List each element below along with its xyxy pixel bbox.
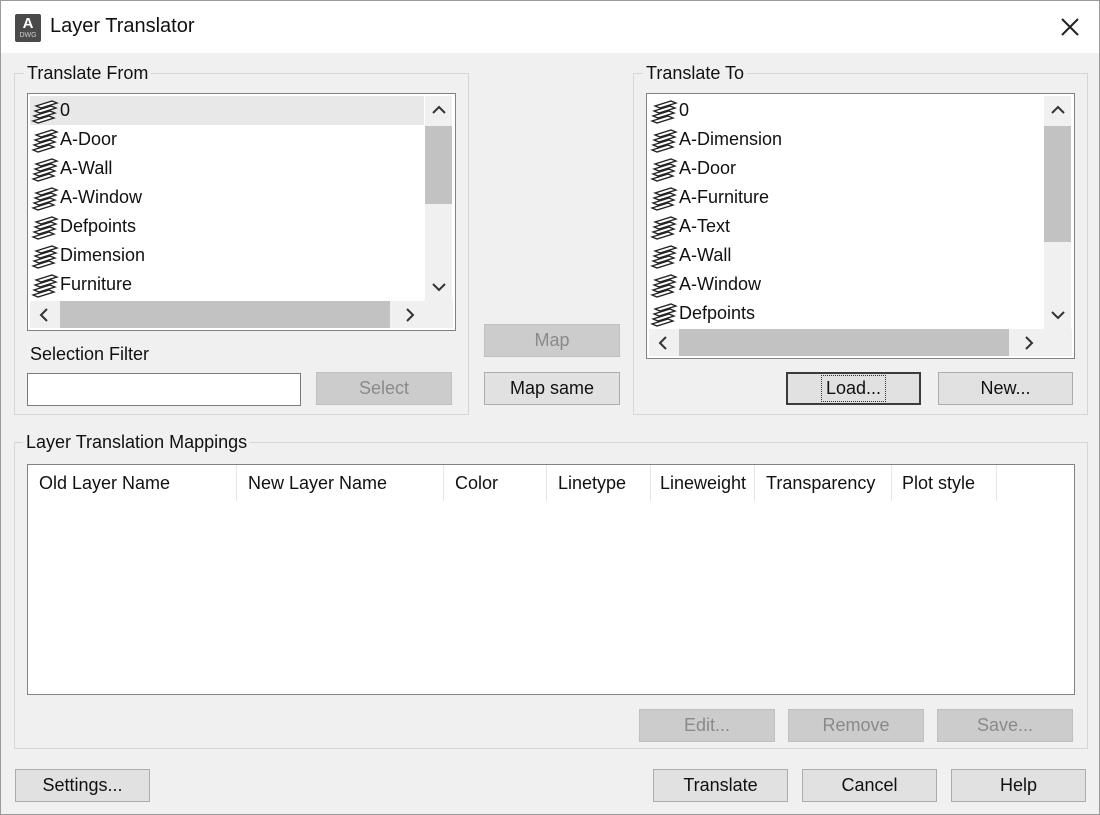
chevron-down-icon[interactable] — [425, 273, 452, 300]
column-header-old-layer-name[interactable]: Old Layer Name — [28, 465, 237, 501]
map-button[interactable]: Map — [484, 324, 620, 357]
layer-name: A-Dimension — [679, 129, 783, 149]
layer-stack-icon — [30, 156, 60, 182]
help-button[interactable]: Help — [951, 769, 1086, 802]
chevron-up-icon[interactable] — [425, 96, 452, 123]
layer-name: 0 — [60, 100, 71, 120]
layer-stack-icon — [30, 185, 60, 211]
layer-name: A-Text — [679, 216, 731, 236]
close-icon[interactable] — [1052, 9, 1088, 45]
mappings-legend: Layer Translation Mappings — [23, 432, 251, 453]
select-button[interactable]: Select — [316, 372, 452, 405]
translate-from-list[interactable]: 0 A-Door A-Wall A-Window Defpoints Dimension F… — [27, 93, 456, 331]
layer-list-item[interactable]: A-Door — [30, 125, 424, 154]
layer-stack-icon — [30, 214, 60, 240]
layer-list-item[interactable]: Defpoints — [30, 212, 424, 241]
layer-translator-dialog: A DWG Layer Translator Translate From 0 A… — [0, 0, 1100, 815]
layer-stack-icon — [649, 243, 679, 269]
app-icon-caption: DWG — [19, 32, 37, 39]
selection-filter-input[interactable] — [27, 373, 301, 406]
layer-stack-icon — [649, 156, 679, 182]
column-header-new-layer-name[interactable]: New Layer Name — [237, 465, 444, 501]
layer-list-item[interactable]: A-Dimension — [649, 125, 1043, 154]
layer-stack-icon — [30, 243, 60, 269]
load-button[interactable]: Load... — [786, 372, 921, 405]
mappings-table[interactable]: Old Layer Name New Layer Name Color Line… — [27, 464, 1075, 695]
edit-button[interactable]: Edit... — [639, 709, 775, 742]
layer-name: A-Wall — [679, 245, 732, 265]
layer-list-item[interactable]: A-Wall — [30, 154, 424, 183]
layer-list-item[interactable]: A-Door — [649, 154, 1043, 183]
chevron-left-icon[interactable] — [649, 329, 676, 356]
layer-stack-icon — [649, 98, 679, 124]
layer-stack-icon — [30, 127, 60, 153]
vscroll-thumb[interactable] — [425, 126, 452, 204]
title-bar: A DWG Layer Translator — [1, 1, 1099, 53]
mappings-table-header: Old Layer Name New Layer Name Color Line… — [28, 465, 1074, 505]
layer-list-item[interactable]: A-Window — [30, 183, 424, 212]
new-button[interactable]: New... — [938, 372, 1073, 405]
layer-list-item[interactable]: A-Window — [649, 270, 1043, 299]
cancel-button[interactable]: Cancel — [802, 769, 937, 802]
save-button[interactable]: Save... — [937, 709, 1073, 742]
layer-list-item[interactable]: Furniture — [30, 270, 424, 299]
layer-stack-icon — [30, 98, 60, 124]
column-header-lineweight[interactable]: Lineweight — [651, 465, 755, 501]
layer-name: Furniture — [60, 274, 133, 294]
chevron-down-icon[interactable] — [1044, 301, 1071, 328]
app-icon: A DWG — [15, 14, 41, 42]
translate-to-legend: Translate To — [643, 63, 748, 84]
hscroll-thumb[interactable] — [60, 301, 390, 328]
layer-list-item[interactable]: Defpoints — [649, 299, 1043, 328]
translate-from-vscroll[interactable] — [425, 96, 452, 301]
window-title: Layer Translator — [50, 15, 195, 37]
layer-list-item[interactable]: A-Furniture — [649, 183, 1043, 212]
chevron-up-icon[interactable] — [1044, 96, 1071, 123]
selection-filter-label: Selection Filter — [30, 344, 150, 364]
chevron-right-icon[interactable] — [1015, 329, 1042, 356]
layer-list-item[interactable]: 0 — [30, 96, 424, 125]
translate-button[interactable]: Translate — [653, 769, 788, 802]
layer-name: Defpoints — [679, 303, 756, 323]
layer-name: A-Door — [679, 158, 737, 178]
vscroll-thumb[interactable] — [1044, 126, 1071, 242]
layer-stack-icon — [649, 185, 679, 211]
map-same-button[interactable]: Map same — [484, 372, 620, 405]
translate-to-vscroll[interactable] — [1044, 96, 1071, 329]
layer-list-item[interactable]: A-Text — [649, 212, 1043, 241]
layer-stack-icon — [649, 272, 679, 298]
layer-name: 0 — [679, 100, 690, 120]
layer-stack-icon — [649, 214, 679, 240]
translate-from-hscroll[interactable] — [30, 301, 453, 328]
layer-name: A-Window — [60, 187, 143, 207]
settings-button[interactable]: Settings... — [15, 769, 150, 802]
layer-name: A-Furniture — [679, 187, 770, 207]
chevron-left-icon[interactable] — [30, 301, 57, 328]
translate-from-legend: Translate From — [24, 63, 152, 84]
column-header-plot-style[interactable]: Plot style — [892, 465, 997, 501]
layer-name: A-Wall — [60, 158, 113, 178]
layer-name: A-Door — [60, 129, 118, 149]
app-icon-letter: A — [22, 15, 34, 32]
load-button-label: Load... — [820, 375, 887, 402]
layer-list-item[interactable]: A-Wall — [649, 241, 1043, 270]
layer-name: A-Window — [679, 274, 762, 294]
chevron-right-icon[interactable] — [396, 301, 423, 328]
column-header-transparency[interactable]: Transparency — [755, 465, 892, 501]
layer-list-item[interactable]: 0 — [649, 96, 1043, 125]
translate-to-hscroll[interactable] — [649, 329, 1072, 356]
layer-stack-icon — [649, 301, 679, 327]
layer-list-item[interactable]: Dimension — [30, 241, 424, 270]
hscroll-thumb[interactable] — [679, 329, 1009, 356]
translate-to-list[interactable]: 0 A-Dimension A-Door A-Furniture A-Text A-Wal… — [646, 93, 1075, 359]
layer-name: Defpoints — [60, 216, 137, 236]
remove-button[interactable]: Remove — [788, 709, 924, 742]
column-header-color[interactable]: Color — [444, 465, 547, 501]
layer-stack-icon — [30, 272, 60, 298]
layer-stack-icon — [649, 127, 679, 153]
column-header-linetype[interactable]: Linetype — [547, 465, 651, 501]
layer-name: Dimension — [60, 245, 146, 265]
